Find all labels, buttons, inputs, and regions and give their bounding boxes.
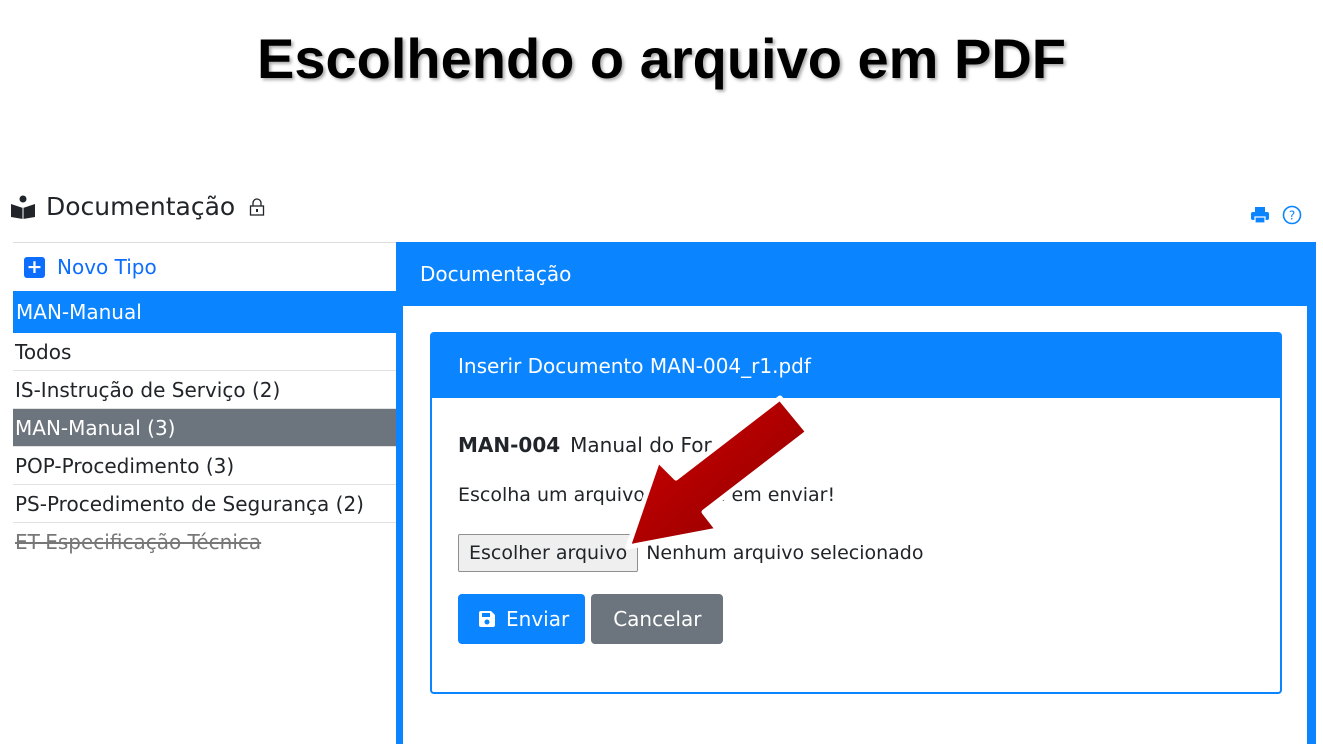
choose-file-button[interactable]: Escolher arquivo (458, 534, 639, 572)
file-input: Escolher arquivo Nenhum arquivo selecion… (458, 534, 923, 572)
slide-title: Escolhendo o arquivo em PDF (256, 27, 1067, 90)
sidebar-item-is[interactable]: IS-Instrução de Serviço (2) (13, 371, 396, 409)
top-toolbar: ? (1250, 205, 1302, 225)
page-title: Documentação (46, 192, 236, 221)
main-panel: Documentação Inserir Documento MAN-004_r… (396, 242, 1316, 744)
sidebar-item-man[interactable]: MAN-Manual (3) (13, 409, 396, 447)
main-panel-header: Documentação (420, 262, 572, 286)
form-actions: Enviar Cancelar (458, 594, 724, 644)
sidebar-item-todos[interactable]: Todos (13, 333, 396, 371)
lock-icon[interactable] (249, 197, 265, 216)
print-icon[interactable] (1250, 206, 1270, 224)
plus-square-icon: + (24, 256, 45, 278)
document-name: Manual do For (570, 433, 712, 457)
selected-type-header[interactable]: MAN-Manual (13, 291, 396, 333)
card-title: Inserir Documento MAN-004_r1.pdf (432, 334, 1280, 398)
sidebar: + Novo Tipo MAN-Manual Todos IS-Instruçã… (13, 242, 396, 560)
main-panel-body: Inserir Documento MAN-004_r1.pdf MAN-004… (403, 306, 1307, 744)
app-header: Documentação (10, 192, 265, 221)
new-type-button[interactable]: + Novo Tipo (13, 242, 396, 291)
floppy-disk-icon (479, 611, 495, 627)
new-type-label: Novo Tipo (57, 255, 157, 279)
document-info: MAN-004 Manual do For (458, 433, 712, 457)
cancel-button[interactable]: Cancelar (591, 594, 724, 644)
submit-button[interactable]: Enviar (458, 594, 586, 644)
svg-text:?: ? (1289, 209, 1295, 223)
submit-label: Enviar (506, 607, 570, 631)
sidebar-item-pop[interactable]: POP-Procedimento (3) (13, 447, 396, 485)
document-code: MAN-004 (458, 433, 561, 457)
sidebar-item-ps[interactable]: PS-Procedimento de Segurança (2) (13, 485, 396, 523)
file-status-text: Nenhum arquivo selecionado (646, 542, 924, 564)
insert-document-card: Inserir Documento MAN-004_r1.pdf MAN-004… (430, 332, 1282, 694)
help-circle-icon[interactable]: ? (1282, 205, 1302, 225)
reading-book-icon (11, 195, 35, 219)
instruction-text: Escolha um arquivo e clique em enviar! (458, 484, 836, 506)
sidebar-item-et[interactable]: ET-Especificação Técnica (13, 523, 396, 560)
